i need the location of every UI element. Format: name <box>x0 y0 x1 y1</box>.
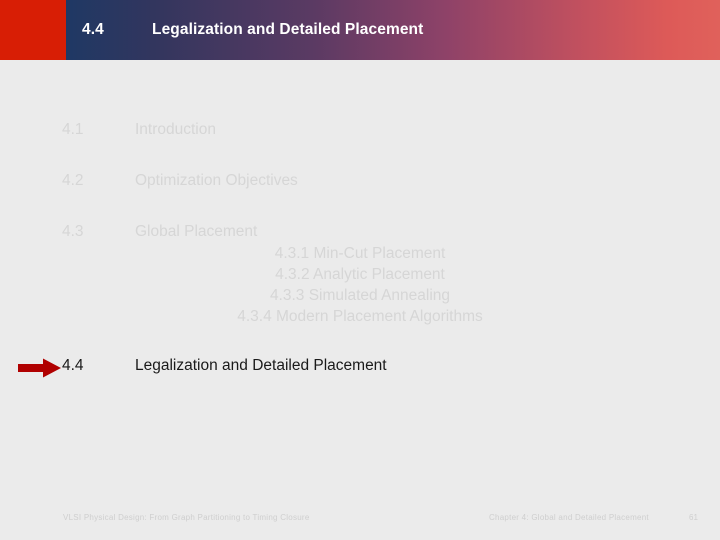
footer-book-title: VLSI Physical Design: From Graph Partiti… <box>63 513 310 522</box>
outline-item-4-3[interactable]: 4.3 Global Placement <box>0 223 720 245</box>
slide-footer: VLSI Physical Design: From Graph Partiti… <box>0 510 720 530</box>
outline-item-4-4[interactable]: 4.4 Legalization and Detailed Placement <box>0 357 720 379</box>
outline-subitem-label: 4.3.3 Simulated Annealing <box>269 287 451 304</box>
header-title-row: 4.4 Legalization and Detailed Placement <box>0 0 720 60</box>
page-title: Legalization and Detailed Placement <box>152 21 424 38</box>
outline-subitem-label: 4.3.4 Modern Placement Algorithms <box>237 308 483 325</box>
outline-subitem-4-3-4[interactable]: 4.3.4 Modern Placement Algorithms <box>0 308 720 330</box>
outline-item-label: Optimization Objectives <box>135 172 298 189</box>
outline-list: 4.1 Introduction 4.2 Optimization Object… <box>0 60 720 480</box>
outline-item-number: 4.1 <box>62 121 84 138</box>
header-section-number: 4.4 <box>82 21 104 38</box>
outline-item-label: Legalization and Detailed Placement <box>135 357 387 374</box>
outline-item-number: 4.3 <box>62 223 84 240</box>
footer-page-number: 61 <box>689 513 698 522</box>
outline-subitem-4-3-3[interactable]: 4.3.3 Simulated Annealing <box>0 287 720 309</box>
outline-item-label: Global Placement <box>135 223 258 240</box>
outline-subitem-4-3-1[interactable]: 4.3.1 Min-Cut Placement <box>0 245 720 267</box>
outline-subitem-label: 4.3.1 Min-Cut Placement <box>274 245 446 262</box>
outline-item-number: 4.2 <box>62 172 84 189</box>
outline-item-label: Introduction <box>135 121 216 138</box>
outline-item-4-1[interactable]: 4.1 Introduction <box>0 121 720 143</box>
outline-subitem-4-3-2[interactable]: 4.3.2 Analytic Placement <box>0 266 720 288</box>
outline-item-number: 4.4 <box>62 357 84 374</box>
slide-header: 4.4 Legalization and Detailed Placement <box>0 0 720 60</box>
outline-item-4-2[interactable]: 4.2 Optimization Objectives <box>0 172 720 194</box>
footer-chapter-title: Chapter 4: Global and Detailed Placement <box>489 513 649 522</box>
current-section-arrow-icon <box>18 358 62 378</box>
outline-subitem-label: 4.3.2 Analytic Placement <box>275 266 445 283</box>
slide-canvas: 4.4 Legalization and Detailed Placement … <box>0 0 720 540</box>
